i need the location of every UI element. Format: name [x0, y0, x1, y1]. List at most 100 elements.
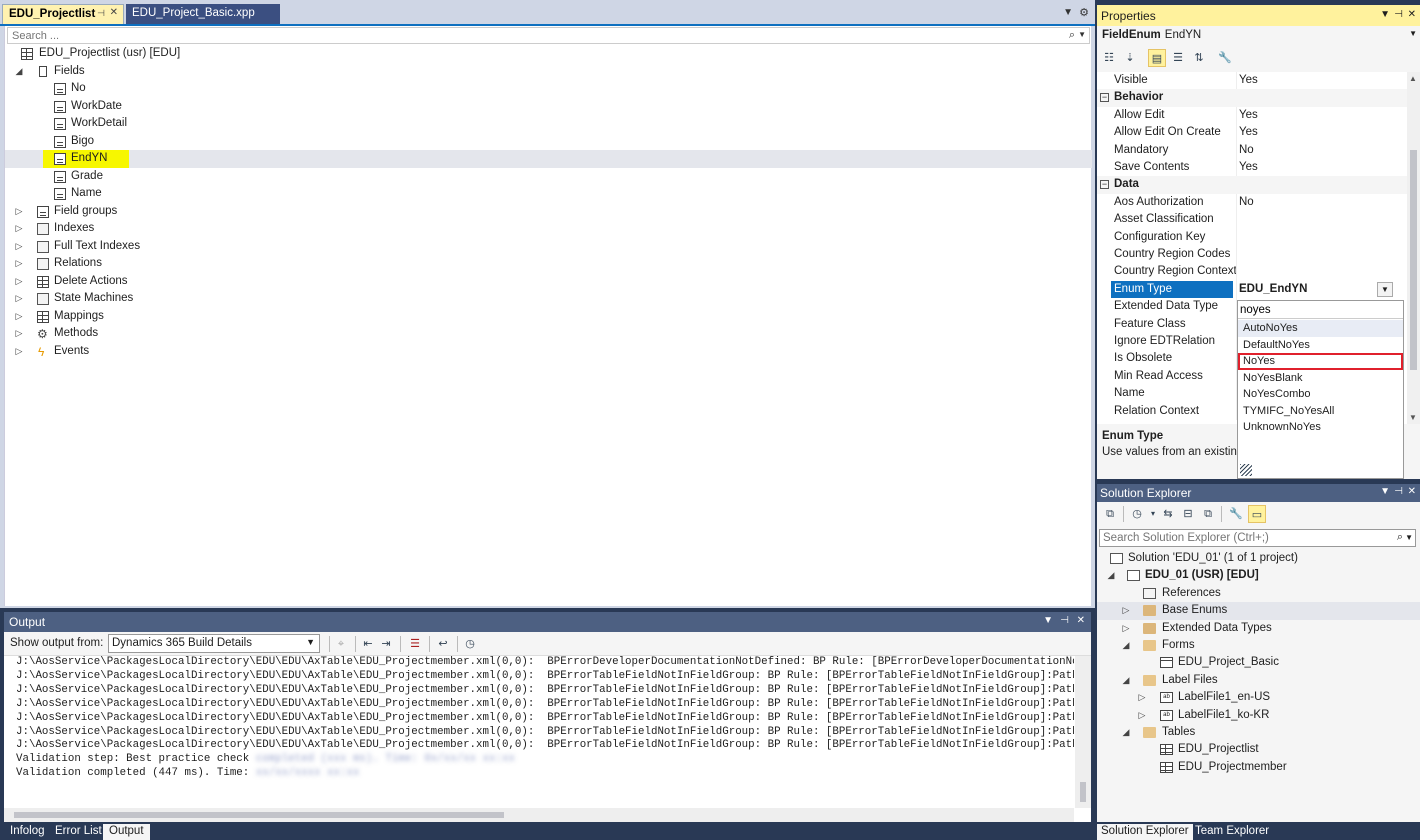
tree-node-state-machines[interactable]: ▷ State Machines	[5, 290, 1092, 308]
close-icon[interactable]: ✕	[1077, 615, 1085, 626]
tree-field-workdate[interactable]: WorkDate	[5, 98, 1092, 116]
collapsed-arrow-icon[interactable]: ▷	[14, 343, 24, 361]
tree-node-relations[interactable]: ▷ Relations	[5, 255, 1092, 273]
chevron-down-icon[interactable]: ▼	[1405, 533, 1413, 542]
property-value[interactable]: No	[1239, 194, 1405, 211]
tree-node-full-text-indexes[interactable]: ▷ Full Text Indexes	[5, 238, 1092, 256]
tab-list-dropdown-icon[interactable]: ▼	[1063, 7, 1073, 18]
label-en-node[interactable]: ▷ ab LabelFile1_en-US	[1097, 689, 1420, 706]
label-files-node[interactable]: ◢ Label Files	[1097, 672, 1420, 689]
label-ko-node[interactable]: ▷ ab LabelFile1_ko-KR	[1097, 707, 1420, 724]
property-row[interactable]: Aos Authorization No	[1097, 193, 1407, 212]
output-text-area[interactable]: J:\AosService\PackagesLocalDirectory\EDU…	[4, 656, 1074, 802]
tables-node[interactable]: ◢ Tables	[1097, 724, 1420, 741]
wrench-icon[interactable]: 🔧	[1227, 505, 1245, 523]
chevron-down-icon[interactable]: ▼	[1380, 486, 1390, 497]
sort-icon[interactable]: ⇅	[1190, 49, 1208, 67]
enum-filter-input[interactable]	[1238, 301, 1403, 319]
property-value[interactable]: No	[1239, 142, 1405, 159]
collapse-icon[interactable]: −	[1100, 93, 1109, 103]
tree-node-events[interactable]: ▷ ϟ Events	[5, 343, 1092, 361]
scroll-up-icon[interactable]: ▲	[1409, 74, 1417, 83]
tree-field-workdetail[interactable]: WorkDetail	[5, 115, 1092, 133]
expanded-arrow-icon[interactable]: ◢	[14, 63, 24, 81]
scrollbar-thumb[interactable]	[1080, 782, 1086, 802]
enum-option[interactable]: UnknownNoYes	[1238, 419, 1403, 436]
chevron-down-icon[interactable]: ▼	[1043, 615, 1053, 626]
wrench-icon[interactable]: 🔧	[1216, 49, 1234, 67]
close-icon[interactable]: ✕	[110, 7, 118, 18]
property-row[interactable]: Mandatory No	[1097, 141, 1407, 159]
dropdown-arrow-icon[interactable]: ▼	[1377, 281, 1393, 297]
property-category[interactable]: − Behavior	[1097, 89, 1407, 107]
find-message-icon[interactable]: ⌖	[332, 635, 350, 653]
enum-option[interactable]: NoYesBlank	[1238, 370, 1403, 387]
forms-node[interactable]: ◢ Forms	[1097, 637, 1420, 654]
tree-field-name[interactable]: Name	[5, 185, 1092, 203]
tab-edu-projectlist[interactable]: EDU_Projectlist ⊣ ✕	[2, 4, 124, 24]
property-row[interactable]: Allow Edit On Create Yes	[1097, 124, 1407, 142]
chevron-down-icon[interactable]: ▼	[1380, 9, 1390, 20]
tree-field-endyn[interactable]: EndYN	[5, 150, 1092, 168]
tree-node-indexes[interactable]: ▷ Indexes	[5, 220, 1092, 238]
property-value[interactable]: Yes	[1239, 124, 1405, 141]
collapsed-arrow-icon[interactable]: ▷	[1137, 689, 1147, 706]
property-value[interactable]: Yes	[1239, 107, 1405, 124]
solution-search-input[interactable]	[1100, 530, 1390, 546]
search-icon[interactable]: ⌕	[1069, 29, 1075, 42]
property-row[interactable]: Country Region Context	[1097, 263, 1407, 281]
gear-icon[interactable]: ⚙	[1079, 6, 1089, 19]
collapsed-arrow-icon[interactable]: ▷	[14, 273, 24, 291]
tree-field-no[interactable]: No	[5, 80, 1092, 98]
vertical-scrollbar[interactable]: ▲ ▼	[1407, 72, 1420, 424]
tab-team-explorer[interactable]: Team Explorer	[1191, 824, 1273, 840]
pin-icon[interactable]: ⊣	[1394, 486, 1403, 497]
property-value[interactable]: Yes	[1239, 159, 1405, 176]
tab-edu-project-basic[interactable]: EDU_Project_Basic.xpp	[126, 4, 280, 24]
word-wrap-icon[interactable]: ↩	[434, 635, 452, 653]
next-message-icon[interactable]: ⇥	[377, 635, 395, 653]
tab-output[interactable]: Output	[103, 824, 150, 840]
references-node[interactable]: References	[1097, 585, 1420, 602]
tab-solution-explorer[interactable]: Solution Explorer	[1097, 824, 1193, 840]
tree-node-field-groups[interactable]: ▷ Field groups	[5, 203, 1092, 221]
property-category[interactable]: − Data	[1097, 176, 1407, 194]
table-projectmember-node[interactable]: EDU_Projectmember	[1097, 759, 1420, 776]
collapse-all-icon[interactable]: ⊟	[1179, 505, 1197, 523]
tree-field-grade[interactable]: Grade	[5, 168, 1092, 186]
close-icon[interactable]: ✕	[1408, 486, 1416, 497]
switch-views-icon[interactable]: ⧉	[1101, 505, 1119, 523]
clock-icon[interactable]: ◷	[461, 635, 479, 653]
property-value[interactable]: Yes	[1239, 72, 1405, 89]
object-selector[interactable]: FieldEnum EndYN ▼	[1097, 26, 1420, 45]
pin-icon[interactable]: ⊣	[1060, 615, 1069, 626]
pin-icon[interactable]: ⊣	[97, 8, 105, 19]
vertical-scrollbar[interactable]	[1075, 656, 1091, 808]
designer-search-input[interactable]	[8, 28, 1048, 43]
scrollbar-thumb[interactable]	[1410, 150, 1417, 370]
output-source-select[interactable]: Dynamics 365 Build Details ▼	[108, 634, 320, 653]
tree-node-methods[interactable]: ▷ ⚙ Methods	[5, 325, 1092, 343]
property-row[interactable]: Asset Classification	[1097, 211, 1407, 229]
scrollbar-thumb[interactable]	[14, 812, 504, 818]
enum-option[interactable]: NoYes	[1238, 353, 1403, 370]
categorized-icon[interactable]: ☷	[1100, 49, 1118, 67]
collapse-icon[interactable]: −	[1100, 180, 1109, 190]
collapsed-arrow-icon[interactable]: ▷	[14, 290, 24, 308]
events-list-icon[interactable]: ☰	[1169, 49, 1187, 67]
property-row[interactable]: Country Region Codes	[1097, 246, 1407, 264]
tab-error-list[interactable]: Error List	[49, 824, 108, 840]
pin-icon[interactable]: ⊣	[1394, 9, 1403, 20]
enum-option[interactable]: TYMIFC_NoYesAll	[1238, 403, 1403, 420]
edt-node[interactable]: ▷ Extended Data Types	[1097, 620, 1420, 637]
collapsed-arrow-icon[interactable]: ▷	[14, 325, 24, 343]
collapsed-arrow-icon[interactable]: ▷	[14, 220, 24, 238]
property-row[interactable]: Configuration Key	[1097, 228, 1407, 246]
expanded-arrow-icon[interactable]: ◢	[1106, 567, 1116, 584]
collapsed-arrow-icon[interactable]: ▷	[1121, 620, 1131, 637]
expanded-arrow-icon[interactable]: ◢	[1121, 672, 1131, 689]
property-row[interactable]: Enum Type EDU_EndYN ▼	[1097, 280, 1407, 299]
collapsed-arrow-icon[interactable]: ▷	[1137, 707, 1147, 724]
enum-option[interactable]: NoYesCombo	[1238, 386, 1403, 403]
close-icon[interactable]: ✕	[1408, 9, 1416, 20]
